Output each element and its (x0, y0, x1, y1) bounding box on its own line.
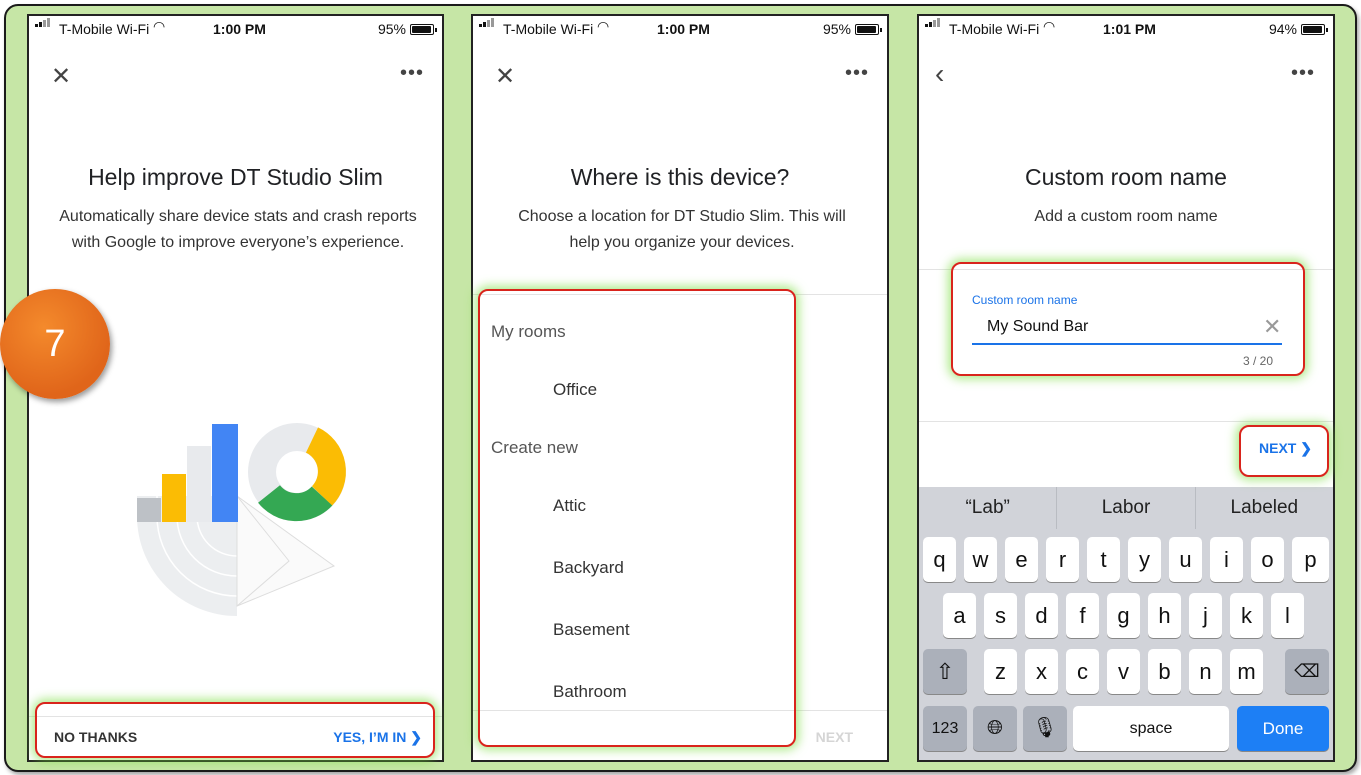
key-k[interactable]: k (1230, 593, 1263, 638)
carrier-label: T-Mobile Wi-Fi (949, 21, 1040, 37)
key-n[interactable]: n (1189, 649, 1222, 694)
key-m[interactable]: m (1230, 649, 1263, 694)
suggestion-lab[interactable]: “Lab” (919, 487, 1058, 529)
key-x[interactable]: x (1025, 649, 1058, 694)
phone-screen-device-location: T-Mobile Wi-Fi ◠ 1:00 PM 95% ✕ ••• Where… (471, 14, 889, 762)
section-header-my-rooms: My rooms (491, 322, 566, 341)
more-options-icon[interactable]: ••• (400, 62, 424, 85)
battery-indicator: 95% (822, 21, 882, 37)
no-thanks-button[interactable]: NO THANKS (54, 729, 137, 745)
usage-stats-illustration (137, 423, 346, 616)
key-o[interactable]: o (1251, 537, 1284, 582)
chevron-right-icon: ❯ (1300, 440, 1312, 456)
key-s[interactable]: s (984, 593, 1017, 638)
microphone-key-icon[interactable]: 🎙︎ (1023, 706, 1067, 751)
page-description: Choose a location for DT Studio Slim. Th… (518, 208, 846, 251)
battery-icon (1301, 23, 1328, 35)
phone-screen-custom-room-name: T-Mobile Wi-Fi ◠ 1:01 PM 94% ‹ ••• Custo… (917, 14, 1335, 762)
key-w[interactable]: w (964, 537, 997, 582)
page-title: Help improve DT Studio Slim (88, 164, 383, 190)
more-options-icon[interactable]: ••• (845, 62, 869, 85)
status-bar: T-Mobile Wi-Fi ◠ 1:01 PM 94% (919, 16, 1333, 42)
status-time: 1:00 PM (657, 21, 710, 37)
room-option-basement[interactable]: Basement (553, 620, 630, 640)
key-j[interactable]: j (1189, 593, 1222, 638)
key-c[interactable]: c (1066, 649, 1099, 694)
battery-percent: 94% (1268, 21, 1297, 37)
suggestion-bar: “Lab” Labor Labeled (919, 487, 1333, 529)
yes-im-in-button[interactable]: YES, I’M IN ❯ (333, 729, 422, 746)
done-key[interactable]: Done (1237, 706, 1329, 751)
key-t[interactable]: t (1087, 537, 1120, 582)
close-icon[interactable]: ✕ (495, 62, 515, 91)
status-time: 1:01 PM (1103, 21, 1156, 37)
phone-screen-help-improve: T-Mobile Wi-Fi ◠ 1:00 PM 95% ✕ ••• Help … (27, 14, 444, 762)
battery-indicator: 95% (377, 21, 437, 37)
page-subtitle: Add a custom room name (1034, 208, 1218, 225)
suggestion-labor[interactable]: Labor (1057, 487, 1196, 529)
numbers-key[interactable]: 123 (923, 706, 967, 751)
key-p[interactable]: p (1292, 537, 1329, 582)
status-bar: T-Mobile Wi-Fi ◠ 1:00 PM 95% (473, 16, 887, 42)
shift-key-icon[interactable]: ⇧ (923, 649, 967, 694)
clear-text-icon[interactable]: ✕ (1263, 314, 1281, 340)
page-title: Where is this device? (570, 164, 790, 190)
key-f[interactable]: f (1066, 593, 1099, 638)
key-b[interactable]: b (1148, 649, 1181, 694)
key-u[interactable]: u (1169, 537, 1202, 582)
key-y[interactable]: y (1128, 537, 1161, 582)
next-button[interactable]: NEXT ❯ (1259, 440, 1312, 457)
battery-indicator: 94% (1268, 21, 1328, 37)
step-badge: 7 (0, 289, 110, 399)
space-key[interactable]: space (1073, 706, 1229, 751)
key-q[interactable]: q (923, 537, 956, 582)
status-bar: T-Mobile Wi-Fi ◠ 1:00 PM 95% (29, 16, 442, 42)
key-l[interactable]: l (1271, 593, 1304, 638)
key-h[interactable]: h (1148, 593, 1181, 638)
battery-percent: 95% (377, 21, 406, 37)
key-d[interactable]: d (1025, 593, 1058, 638)
room-option-bathroom[interactable]: Bathroom (553, 682, 627, 702)
key-z[interactable]: z (984, 649, 1017, 694)
back-arrow-icon[interactable]: ‹ (935, 58, 944, 90)
room-option-office[interactable]: Office (553, 380, 597, 400)
character-counter: 3 / 20 (1243, 354, 1274, 368)
globe-key-icon[interactable]: 🌐︎ (973, 706, 1017, 751)
room-name-input[interactable]: My Sound Bar (987, 318, 1088, 336)
carrier-label: T-Mobile Wi-Fi (503, 21, 594, 37)
close-icon[interactable]: ✕ (51, 62, 71, 91)
page-title: Custom room name (1025, 164, 1227, 190)
key-i[interactable]: i (1210, 537, 1243, 582)
carrier-label: T-Mobile Wi-Fi (59, 21, 150, 37)
backspace-key-icon[interactable]: ⌫ (1285, 649, 1329, 694)
status-time: 1:00 PM (213, 21, 266, 37)
on-screen-keyboard: “Lab” Labor Labeled q w e r t y u i o p … (919, 487, 1333, 760)
wifi-icon: ◠ (153, 18, 166, 34)
page-description: Automatically share device stats and cra… (59, 208, 417, 251)
more-options-icon[interactable]: ••• (1291, 62, 1315, 85)
key-g[interactable]: g (1107, 593, 1140, 638)
room-name-field-label: Custom room name (972, 293, 1078, 307)
battery-icon (855, 23, 882, 35)
battery-icon (410, 23, 437, 35)
room-option-attic[interactable]: Attic (553, 496, 586, 516)
chevron-right-icon: ❯ (410, 729, 422, 745)
wifi-icon: ◠ (597, 18, 610, 34)
key-e[interactable]: e (1005, 537, 1038, 582)
input-underline (972, 343, 1282, 345)
key-v[interactable]: v (1107, 649, 1140, 694)
key-r[interactable]: r (1046, 537, 1079, 582)
next-label: NEXT (1259, 440, 1297, 456)
wifi-icon: ◠ (1043, 18, 1056, 34)
suggestion-labeled[interactable]: Labeled (1196, 487, 1333, 529)
section-header-create-new: Create new (491, 438, 578, 457)
key-a[interactable]: a (943, 593, 976, 638)
next-button-disabled[interactable]: NEXT (816, 729, 853, 745)
yes-im-in-label: YES, I’M IN (333, 729, 407, 745)
battery-percent: 95% (822, 21, 851, 37)
room-option-backyard[interactable]: Backyard (553, 558, 624, 578)
